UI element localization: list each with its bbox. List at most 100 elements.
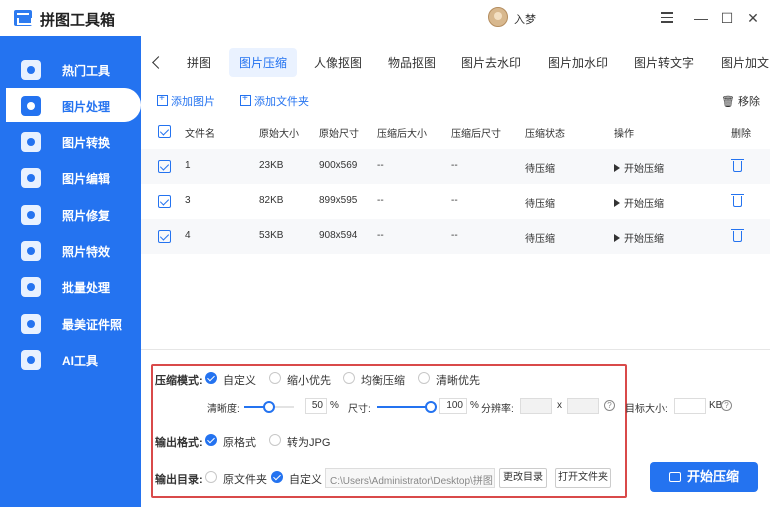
sidebar-item-image-convert[interactable]: 图片转换 — [0, 124, 141, 158]
cell-orig-size: 53KB — [259, 230, 284, 241]
sidebar-item-photo-repair[interactable]: 照片修复 — [0, 197, 141, 231]
delete-icon[interactable] — [731, 159, 744, 172]
dir-custom-label[interactable]: 自定义 — [289, 471, 322, 487]
menu-icon[interactable] — [658, 9, 676, 27]
cell-orig-size: 23KB — [259, 160, 284, 171]
tab-portrait-cutout[interactable]: 人像抠图 — [314, 54, 362, 71]
cell-comp-size: -- — [377, 160, 384, 171]
tab-back-icon[interactable] — [151, 56, 165, 70]
sidebar-item-label: 最美证件照 — [62, 318, 123, 332]
remove-button[interactable]: 🗑 移除 — [721, 93, 760, 109]
select-all-checkbox[interactable] — [158, 125, 171, 138]
tab-image-compress[interactable]: 图片压缩 — [229, 48, 298, 77]
clarity-slider[interactable] — [244, 401, 294, 413]
output-format-label: 输出格式: — [155, 437, 203, 449]
sidebar-item-image-processing[interactable]: 图片处理 — [6, 88, 141, 122]
cell-status: 待压缩 — [525, 164, 555, 175]
mode-clarity-radio[interactable] — [418, 372, 430, 384]
header-action: 操作 — [614, 129, 634, 140]
row-checkbox[interactable] — [158, 230, 171, 243]
start-compress-action[interactable]: 开始压缩 — [614, 160, 664, 175]
mode-smallest-label[interactable]: 缩小优先 — [287, 372, 331, 388]
resolution-x: x — [557, 400, 562, 411]
sidebar-item-id-photo[interactable]: 最美证件照 — [0, 306, 141, 340]
add-folder-button[interactable]: 添加文件夹 — [240, 93, 309, 109]
cell-orig-dims: 899x595 — [319, 195, 358, 206]
table-row: 4 53KB 908x594 -- -- 待压缩 开始压缩 — [141, 219, 770, 254]
target-size-input[interactable] — [674, 398, 706, 414]
sidebar-item-hot-tools[interactable]: 热门工具 — [0, 52, 141, 86]
mode-balanced-radio[interactable] — [343, 372, 355, 384]
size-value-input[interactable]: 100 — [439, 398, 467, 414]
avatar[interactable] — [488, 7, 508, 27]
clarity-unit: % — [330, 400, 339, 411]
row-checkbox[interactable] — [158, 160, 171, 173]
format-original-label[interactable]: 原格式 — [223, 434, 256, 450]
person-icon — [21, 314, 41, 334]
resolution-height-input[interactable] — [567, 398, 599, 414]
clarity-slider-knob[interactable] — [263, 401, 275, 413]
dir-custom-radio[interactable] — [271, 471, 283, 483]
close-icon[interactable]: ✕ — [744, 9, 762, 27]
toolbar: 添加图片 添加文件夹 🗑 移除 — [141, 86, 770, 114]
size-unit: % — [470, 400, 479, 411]
start-compress-action[interactable]: 开始压缩 — [614, 230, 664, 245]
mode-custom-radio[interactable] — [205, 372, 217, 384]
change-dir-button[interactable]: 更改目录 — [499, 468, 547, 488]
start-compress-button[interactable]: 开始压缩 — [650, 462, 758, 492]
size-slider[interactable] — [377, 401, 437, 413]
sidebar-item-photo-effects[interactable]: 照片特效 — [0, 233, 141, 267]
clarity-value-input[interactable]: 50 — [305, 398, 327, 414]
tab-remove-watermark[interactable]: 图片去水印 — [461, 54, 521, 71]
delete-icon[interactable] — [731, 194, 744, 207]
tab-collage[interactable]: 拼图 — [187, 54, 211, 71]
sidebar-item-batch[interactable]: 批量处理 — [0, 269, 141, 303]
output-dir-label: 输出目录: — [155, 474, 203, 486]
cell-filename: 1 — [185, 160, 191, 171]
output-path-input[interactable]: C:\Users\Administrator\Desktop\拼图 — [325, 468, 495, 488]
open-folder-button[interactable]: 打开文件夹 — [555, 468, 611, 488]
tools-icon — [21, 60, 41, 80]
sidebar-item-ai-tools[interactable]: AI工具 — [0, 342, 141, 376]
main-content: 拼图 图片压缩 人像抠图 物品抠图 图片去水印 图片加水印 图片转文字 图片加文… — [141, 36, 770, 507]
resolution-help-icon[interactable]: ? — [604, 400, 615, 411]
resolution-width-input[interactable] — [520, 398, 552, 414]
dir-original-label[interactable]: 原文件夹 — [223, 471, 267, 487]
maximize-icon[interactable]: ☐ — [718, 9, 736, 27]
format-jpg-label[interactable]: 转为JPG — [287, 434, 330, 450]
sidebar-item-label: 图片编辑 — [62, 172, 111, 186]
tab-image-to-text[interactable]: 图片转文字 — [634, 54, 694, 71]
format-jpg-radio[interactable] — [269, 434, 281, 446]
header-status: 压缩状态 — [525, 129, 565, 140]
target-help-icon[interactable]: ? — [721, 400, 732, 411]
compress-params-row: 清晰度: 50 % 尺寸: 100 % 分辨率: x ? 目标大小: KB ? — [141, 396, 761, 418]
format-original-radio[interactable] — [205, 434, 217, 446]
cell-comp-dims: -- — [451, 195, 458, 206]
mode-balanced-label[interactable]: 均衡压缩 — [361, 372, 405, 388]
target-size-label: 目标大小: — [625, 404, 668, 415]
dir-original-radio[interactable] — [205, 471, 217, 483]
minimize-icon[interactable]: — — [692, 9, 710, 27]
compress-icon — [668, 472, 681, 482]
cell-filename: 3 — [185, 195, 191, 206]
mode-smallest-radio[interactable] — [269, 372, 281, 384]
convert-icon — [21, 132, 41, 152]
start-compress-action[interactable]: 开始压缩 — [614, 195, 664, 210]
tab-image-add-text[interactable]: 图片加文 — [721, 54, 769, 71]
tab-object-cutout[interactable]: 物品抠图 — [388, 54, 436, 71]
tab-add-watermark[interactable]: 图片加水印 — [548, 54, 608, 71]
row-checkbox[interactable] — [158, 195, 171, 208]
table-row: 3 82KB 899x595 -- -- 待压缩 开始压缩 — [141, 184, 770, 219]
resolution-label: 分辨率: — [481, 404, 514, 415]
username[interactable]: 入梦 — [514, 11, 536, 27]
delete-icon[interactable] — [731, 229, 744, 242]
sidebar-item-image-edit[interactable]: 图片编辑 — [0, 160, 141, 194]
size-slider-knob[interactable] — [425, 401, 437, 413]
add-image-button[interactable]: 添加图片 — [157, 93, 215, 109]
cell-filename: 4 — [185, 230, 191, 241]
mode-custom-label[interactable]: 自定义 — [223, 372, 256, 388]
add-image-icon — [157, 93, 168, 106]
cell-status: 待压缩 — [525, 199, 555, 210]
header-filename: 文件名 — [185, 129, 215, 140]
mode-clarity-label[interactable]: 清晰优先 — [436, 372, 480, 388]
